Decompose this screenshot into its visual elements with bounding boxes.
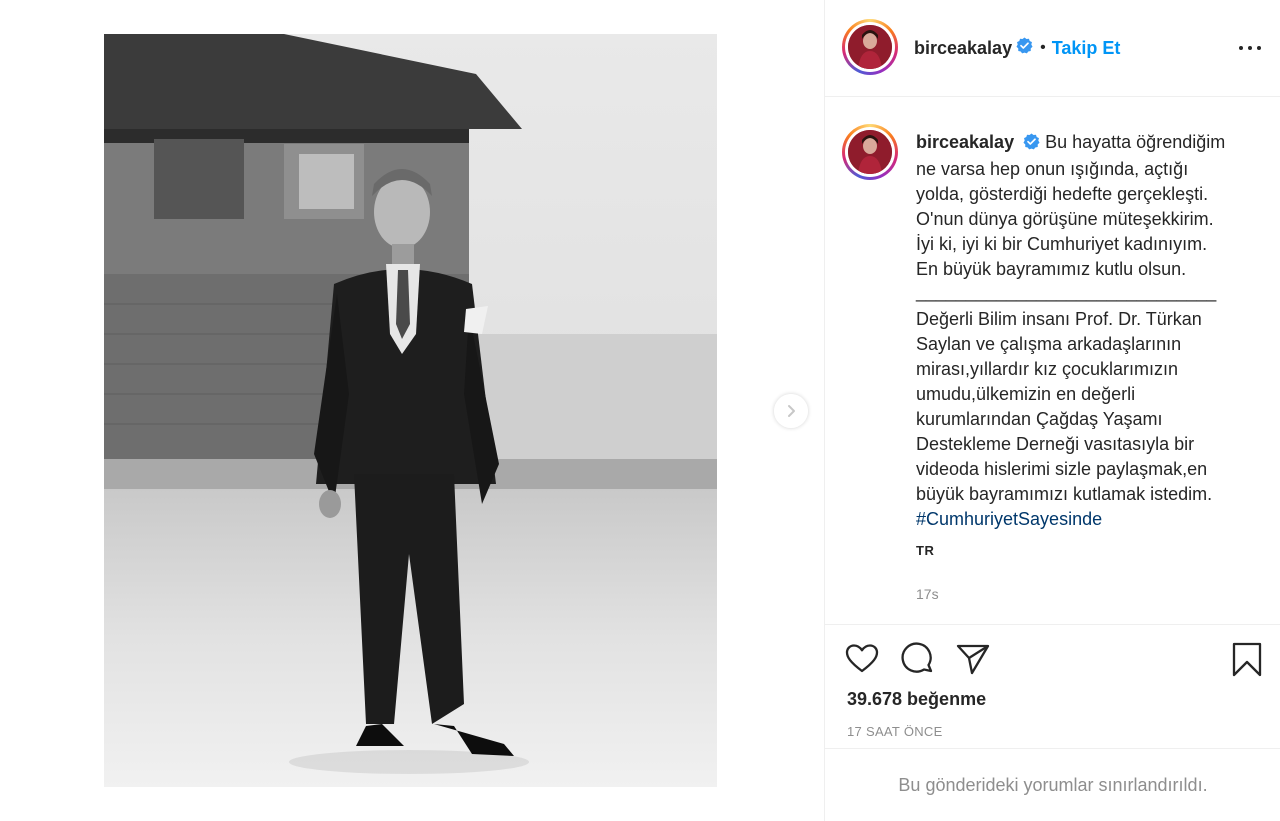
bookmark-icon — [1232, 642, 1262, 677]
hashtag-link[interactable]: #CumhuriyetSayesinde — [916, 507, 1246, 532]
comments-limited-notice: Bu gönderideki yorumlar sınırlandırıldı. — [825, 748, 1280, 821]
avatar-image — [848, 25, 892, 69]
comment-icon — [901, 642, 933, 673]
more-horizontal-icon — [1239, 46, 1243, 50]
avatar[interactable] — [842, 19, 898, 75]
heart-icon — [845, 644, 879, 673]
translate-link[interactable]: TR — [916, 538, 1246, 563]
caption-avatar[interactable] — [842, 124, 898, 180]
next-photo-button[interactable] — [774, 394, 808, 428]
header-user-row: birceakalay • Takip Et — [914, 37, 1120, 59]
share-button[interactable] — [956, 642, 990, 681]
caption-line: En büyük bayramımız kutlu olsun. — [916, 259, 1187, 279]
caption-section: birceakalay Bu hayatta öğrendiğim ne var… — [825, 97, 1280, 624]
caption-line: umudu,ülkemizin en değerli — [916, 384, 1136, 404]
caption-line: O'nun dünya görüşüne müteşekkirim. — [916, 209, 1214, 229]
chevron-right-icon — [788, 405, 795, 417]
caption-timestamp: 17s — [916, 586, 939, 602]
caption-line: videoda hislerimi sizle paylaşmak,en — [916, 459, 1208, 479]
caption-line: İyi ki, iyi ki bir Cumhuriyet kadınıyım. — [916, 234, 1208, 254]
caption-line: Bu hayatta öğrendiğim — [1045, 132, 1226, 152]
caption-line: kurumlarından Çağdaş Yaşamı — [916, 409, 1163, 429]
caption-line: büyük bayramımızı kutlamak istedim. — [916, 484, 1213, 504]
post-timestamp: 17 SAAT ÖNCE — [847, 724, 943, 739]
comment-button[interactable] — [901, 642, 935, 681]
post-media-area — [0, 0, 824, 821]
caption-line: Değerli Bilim insanı Prof. Dr. Türkan — [916, 309, 1202, 329]
caption-line: ne varsa hep onun ışığında, açtığı — [916, 159, 1189, 179]
photo-illustration — [104, 34, 717, 787]
caption-username[interactable]: birceakalay — [916, 132, 1014, 152]
caption-line: mirası,yıllardır kız çocuklarımızın — [916, 359, 1179, 379]
follow-button[interactable]: Takip Et — [1052, 38, 1121, 59]
caption-line: Saylan ve çalışma arkadaşlarının — [916, 334, 1182, 354]
more-options-button[interactable] — [1239, 38, 1261, 58]
caption-line: yolda, gösterdiği hedefte gerçekleşti. — [916, 184, 1209, 204]
avatar-image — [848, 130, 892, 174]
post-photo[interactable] — [104, 34, 717, 787]
caption-text: birceakalay Bu hayatta öğrendiğim ne var… — [916, 130, 1246, 607]
send-icon — [956, 644, 990, 675]
caption-line: Destekleme Derneği vasıtasıyla bir — [916, 434, 1195, 454]
verified-badge-icon — [1016, 37, 1033, 59]
verified-badge-icon — [1023, 132, 1040, 157]
post-actions: 39.678 beğenme 17 SAAT ÖNCE — [825, 624, 1280, 748]
separator-dot: • — [1040, 39, 1046, 56]
username[interactable]: birceakalay — [914, 38, 1012, 59]
post-side-panel: birceakalay • Takip Et birceakalay Bu ha… — [824, 0, 1280, 821]
post-header: birceakalay • Takip Et — [825, 0, 1280, 97]
save-button[interactable] — [1231, 642, 1263, 683]
like-button[interactable] — [845, 642, 879, 681]
caption-divider: ______________________________ — [916, 282, 1217, 302]
likes-count[interactable]: 39.678 beğenme — [847, 689, 986, 710]
